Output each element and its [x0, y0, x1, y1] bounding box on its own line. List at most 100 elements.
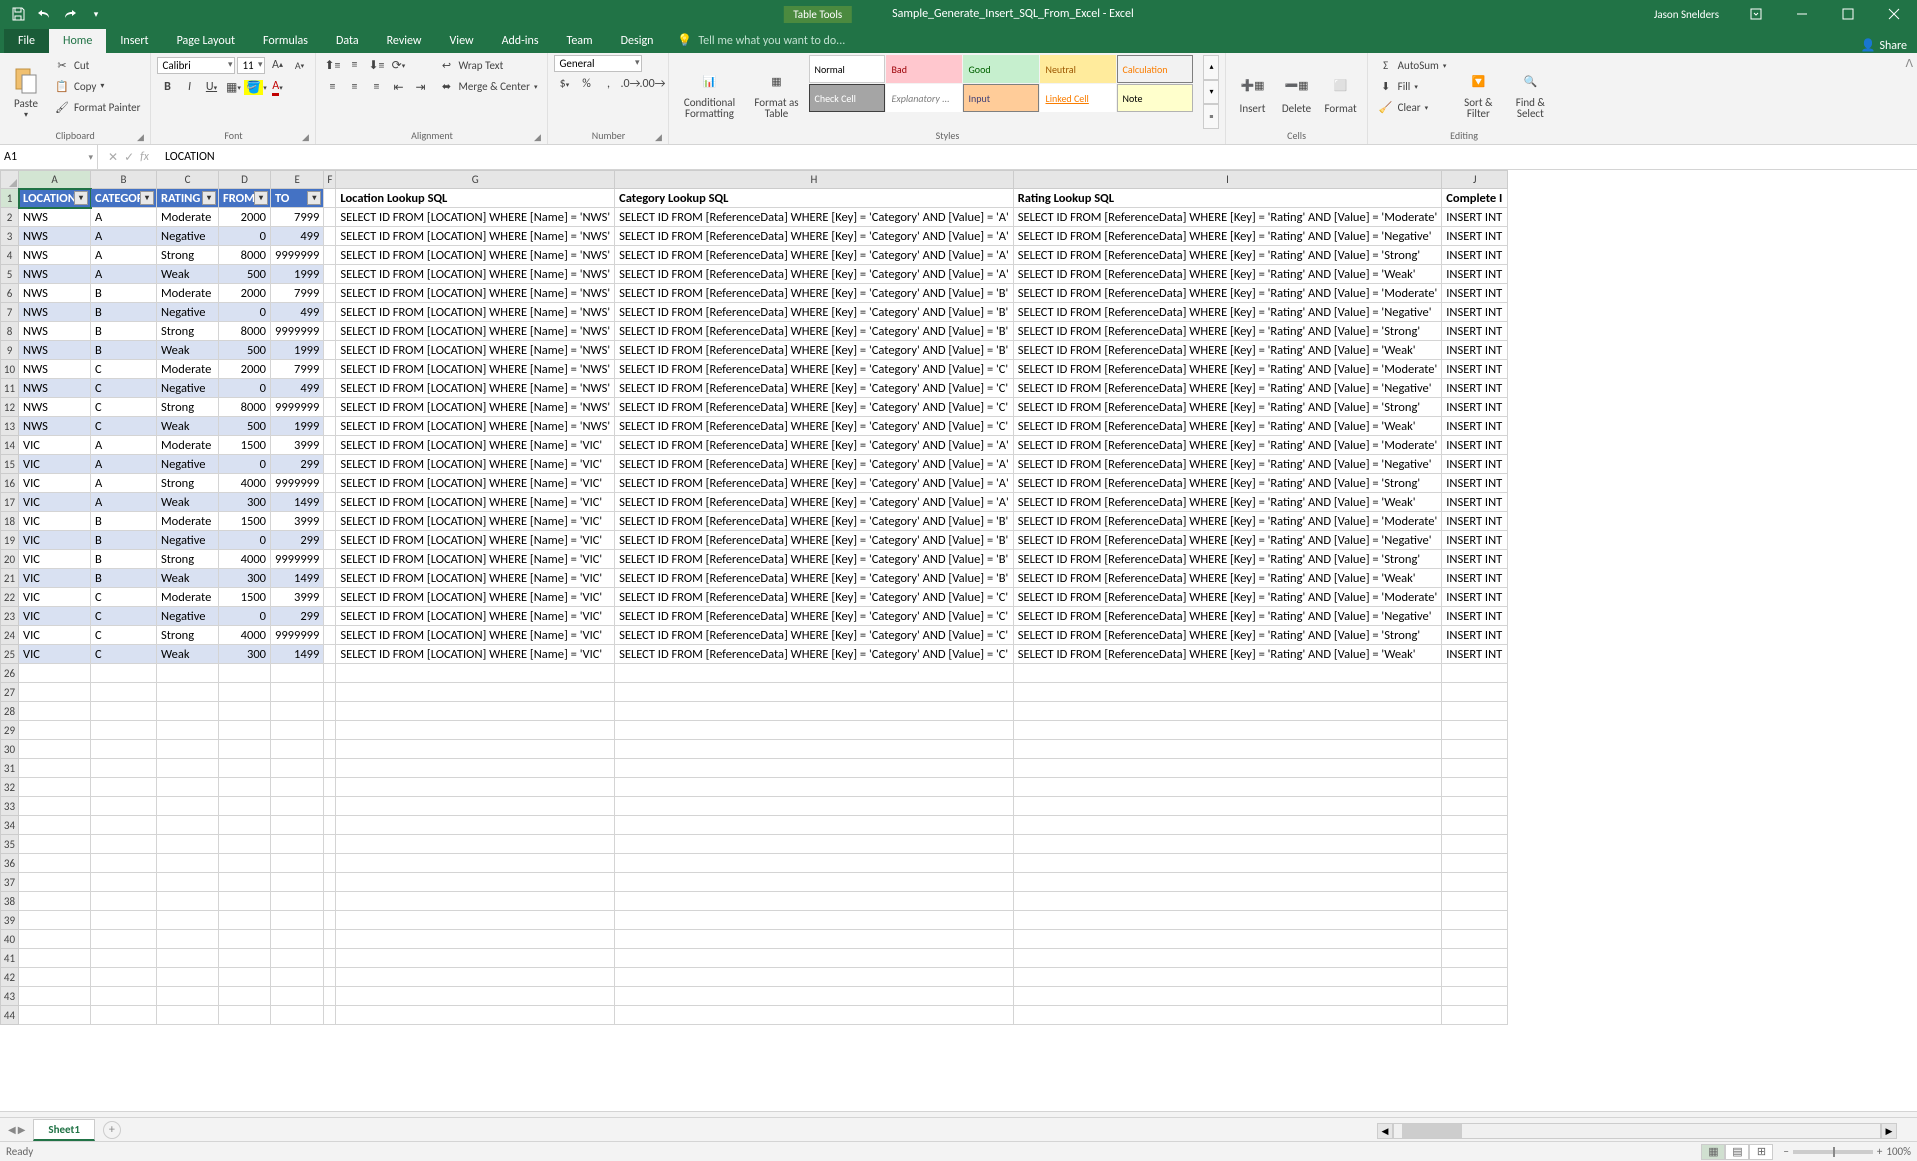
cell[interactable]	[1013, 759, 1442, 778]
col-header-D[interactable]: D	[219, 171, 271, 189]
cell[interactable]: SELECT ID FROM [ReferenceData] WHERE [Ke…	[1013, 208, 1442, 227]
cell[interactable]: C	[91, 607, 157, 626]
hscroll-track[interactable]	[1393, 1123, 1881, 1139]
minimize-icon[interactable]	[1779, 0, 1825, 28]
cell[interactable]	[615, 873, 1014, 892]
cell[interactable]	[157, 854, 219, 873]
cell[interactable]: SELECT ID FROM [LOCATION] WHERE [Name] =…	[336, 569, 615, 588]
cell[interactable]: 4000	[219, 474, 271, 493]
cell[interactable]: INSERT INT	[1442, 341, 1508, 360]
cell[interactable]: 1499	[271, 493, 324, 512]
name-box[interactable]: A1▾	[0, 145, 98, 169]
percent-format-icon[interactable]: %	[576, 74, 596, 94]
format-painter-button[interactable]: 🖌Format Painter	[50, 97, 144, 117]
cell[interactable]: 499	[271, 227, 324, 246]
cell[interactable]	[324, 930, 336, 949]
cell[interactable]: SELECT ID FROM [LOCATION] WHERE [Name] =…	[336, 626, 615, 645]
cell[interactable]	[615, 835, 1014, 854]
cell[interactable]: SELECT ID FROM [LOCATION] WHERE [Name] =…	[336, 474, 615, 493]
filter-dropdown-icon[interactable]: ▾	[254, 191, 268, 205]
horizontal-scrollbar[interactable]: ◀ ▶	[1377, 1123, 1897, 1139]
cell[interactable]: 299	[271, 531, 324, 550]
cell[interactable]: C	[91, 645, 157, 664]
cell[interactable]: SELECT ID FROM [ReferenceData] WHERE [Ke…	[615, 360, 1014, 379]
cell[interactable]: VIC	[19, 455, 91, 474]
cell[interactable]	[19, 911, 91, 930]
sheet-nav-next-icon[interactable]: ▶	[18, 1123, 26, 1136]
cell[interactable]	[91, 892, 157, 911]
cell[interactable]: SELECT ID FROM [LOCATION] WHERE [Name] =…	[336, 436, 615, 455]
cell-styles-gallery[interactable]: NormalBadGoodNeutralCalculationCheck Cel…	[809, 55, 1199, 129]
cell[interactable]	[1442, 987, 1508, 1006]
cell[interactable]	[1013, 702, 1442, 721]
cell[interactable]	[1442, 759, 1508, 778]
row-header-41[interactable]: 41	[1, 949, 19, 968]
cell[interactable]: INSERT INT	[1442, 322, 1508, 341]
cell[interactable]: B	[91, 322, 157, 341]
cell[interactable]	[336, 968, 615, 987]
cell[interactable]: B	[91, 341, 157, 360]
cell[interactable]: SELECT ID FROM [ReferenceData] WHERE [Ke…	[1013, 303, 1442, 322]
tab-view[interactable]: View	[436, 29, 488, 53]
cell[interactable]	[1442, 683, 1508, 702]
tab-insert[interactable]: Insert	[106, 29, 162, 53]
cell[interactable]	[615, 797, 1014, 816]
cell[interactable]	[615, 740, 1014, 759]
cell[interactable]: Moderate	[157, 436, 219, 455]
cell[interactable]: INSERT INT	[1442, 626, 1508, 645]
cell[interactable]	[1013, 835, 1442, 854]
cell[interactable]: Moderate	[157, 512, 219, 531]
align-right-icon[interactable]: ≡	[366, 77, 386, 97]
cell[interactable]: 9999999	[271, 474, 324, 493]
cell[interactable]	[615, 816, 1014, 835]
cell[interactable]	[324, 645, 336, 664]
row-header-32[interactable]: 32	[1, 778, 19, 797]
cell[interactable]: B	[91, 512, 157, 531]
cell[interactable]: SELECT ID FROM [ReferenceData] WHERE [Ke…	[615, 417, 1014, 436]
cell[interactable]: 0	[219, 303, 271, 322]
cell[interactable]	[157, 968, 219, 987]
sort-filter-button[interactable]: 🔽Sort & Filter	[1454, 55, 1502, 129]
cell[interactable]: SELECT ID FROM [LOCATION] WHERE [Name] =…	[336, 341, 615, 360]
cell[interactable]: VIC	[19, 493, 91, 512]
cell[interactable]: 2000	[219, 360, 271, 379]
row-header-44[interactable]: 44	[1, 1006, 19, 1025]
cell[interactable]	[271, 797, 324, 816]
col-header-I[interactable]: I	[1013, 171, 1442, 189]
cell[interactable]: B	[91, 550, 157, 569]
cell[interactable]	[324, 208, 336, 227]
cell[interactable]: 4000	[219, 550, 271, 569]
cell[interactable]	[615, 968, 1014, 987]
cell[interactable]	[1013, 740, 1442, 759]
cell[interactable]	[271, 835, 324, 854]
cell[interactable]: INSERT INT	[1442, 588, 1508, 607]
comma-format-icon[interactable]: ,	[598, 74, 618, 94]
cell[interactable]	[1013, 987, 1442, 1006]
cell[interactable]	[19, 835, 91, 854]
col-header-B[interactable]: B	[91, 171, 157, 189]
cell[interactable]: SELECT ID FROM [ReferenceData] WHERE [Ke…	[615, 341, 1014, 360]
cell[interactable]: SELECT ID FROM [ReferenceData] WHERE [Ke…	[615, 588, 1014, 607]
cell[interactable]	[271, 816, 324, 835]
cell[interactable]: Weak	[157, 645, 219, 664]
cell[interactable]	[324, 740, 336, 759]
cell[interactable]: SELECT ID FROM [ReferenceData] WHERE [Ke…	[1013, 227, 1442, 246]
cell[interactable]	[1013, 721, 1442, 740]
style-good[interactable]: Good	[963, 55, 1039, 83]
cell[interactable]	[19, 721, 91, 740]
row-header-33[interactable]: 33	[1, 797, 19, 816]
style-input[interactable]: Input	[963, 84, 1039, 112]
cell[interactable]	[1442, 968, 1508, 987]
row-header-6[interactable]: 6	[1, 284, 19, 303]
cell[interactable]: INSERT INT	[1442, 227, 1508, 246]
cell[interactable]: INSERT INT	[1442, 417, 1508, 436]
col-header-H[interactable]: H	[615, 171, 1014, 189]
cell[interactable]	[324, 702, 336, 721]
dialog-launcher-icon[interactable]: ◢	[531, 132, 543, 144]
cell[interactable]	[271, 987, 324, 1006]
tab-design[interactable]: Design	[607, 29, 668, 53]
cell[interactable]	[336, 930, 615, 949]
delete-cells-button[interactable]: ➖▦Delete	[1276, 55, 1316, 129]
cell[interactable]	[324, 835, 336, 854]
ribbon-display-icon[interactable]	[1733, 0, 1779, 28]
